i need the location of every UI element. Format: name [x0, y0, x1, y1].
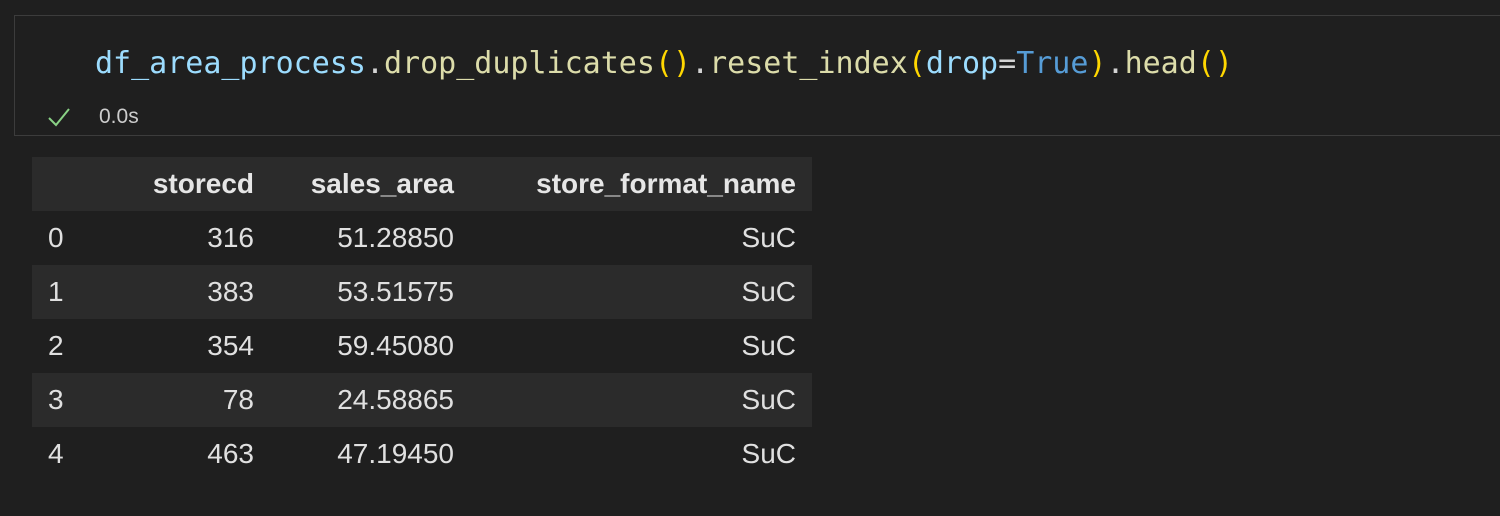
code-token-equals: = [998, 46, 1017, 81]
check-icon [45, 103, 73, 131]
code-token-method: head [1124, 46, 1197, 81]
code-cell[interactable]: df_area_process.drop_duplicates().reset_… [14, 15, 1500, 136]
table-row: 2 354 59.45080 SuC [32, 319, 812, 373]
column-header-store-format-name: store_format_name [536, 168, 796, 199]
row-index: 0 [48, 222, 64, 253]
cell-storecd: 78 [222, 384, 254, 415]
column-header-sales-area: sales_area [310, 168, 454, 199]
table-row: 0 316 51.28850 SuC [32, 211, 812, 265]
code-token-keyword: True [1016, 46, 1089, 81]
row-index: 1 [48, 276, 64, 307]
cell-storecd: 463 [207, 438, 254, 469]
code-token-object: df_area_process [95, 46, 366, 81]
code-token-method: drop_duplicates [384, 46, 655, 81]
cell-storecd: 316 [207, 222, 254, 253]
cell-sales-area: 51.28850 [337, 222, 454, 253]
row-index: 3 [48, 384, 64, 415]
cell-store-format-name: SuC [741, 330, 796, 361]
cell-sales-area: 59.45080 [337, 330, 454, 361]
table-row: 1 383 53.51575 SuC [32, 265, 812, 319]
execution-time: 0.0s [99, 105, 139, 128]
cell-store-format-name: SuC [741, 222, 796, 253]
code-token-paren: ( [654, 46, 673, 81]
column-header-index [32, 157, 100, 211]
table-header-row: storecd sales_area store_format_name [32, 157, 812, 211]
cell-store-format-name: SuC [741, 438, 796, 469]
cell-storecd: 354 [207, 330, 254, 361]
cell-storecd: 383 [207, 276, 254, 307]
code-token-dot: . [691, 46, 710, 81]
column-header-storecd: storecd [152, 168, 254, 199]
cell-store-format-name: SuC [741, 384, 796, 415]
row-index: 4 [48, 438, 64, 469]
code-token-dot: . [1106, 46, 1125, 81]
cell-execution-status: 0.0s [45, 102, 139, 132]
table-row: 3 78 24.58865 SuC [32, 373, 812, 427]
cell-sales-area: 53.51575 [337, 276, 454, 307]
row-index: 2 [48, 330, 64, 361]
code-token-paren: ( [907, 46, 926, 81]
code-token-paren: ) [1214, 46, 1233, 81]
cell-sales-area: 24.58865 [337, 384, 454, 415]
code-token-dot: . [365, 46, 384, 81]
code-token-paren: ( [1196, 46, 1215, 81]
code-token-paren: ) [673, 46, 692, 81]
code-token-param: drop [925, 46, 999, 81]
table-row: 4 463 47.19450 SuC [32, 427, 812, 481]
dataframe-output-table: storecd sales_area store_format_name 0 3… [32, 157, 812, 481]
cell-store-format-name: SuC [741, 276, 796, 307]
code-token-paren: ) [1088, 46, 1107, 81]
cell-sales-area: 47.19450 [337, 438, 454, 469]
code-token-method: reset_index [709, 46, 908, 81]
code-editor-line[interactable]: df_area_process.drop_duplicates().reset_… [95, 42, 1233, 86]
